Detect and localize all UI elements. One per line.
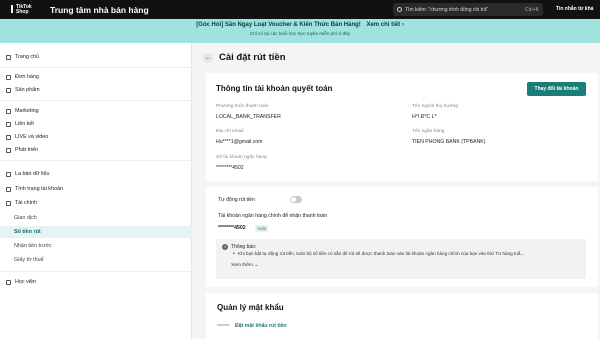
main-account-value: ********4502 xyxy=(218,225,246,231)
email-value: Hu****1@gmail.com xyxy=(216,139,263,145)
sidebar-item-label: Giấy tờ thuế xyxy=(14,257,44,263)
masked-password: ****** xyxy=(217,324,230,330)
sidebar-item-label: Phát triển xyxy=(15,147,39,153)
products-icon xyxy=(6,87,11,93)
sidebar-item-academy[interactable]: Học viện xyxy=(0,276,192,288)
sidebar-item-orders[interactable]: Đơn hàng xyxy=(0,71,192,83)
sidebar-item-label: Tình trạng tài khoản xyxy=(15,186,63,192)
sidebar-item-affiliate[interactable]: Liên kết xyxy=(0,118,192,130)
payment-method-label: Phương thức thanh toán xyxy=(216,104,269,109)
sidebar-item-label: Đơn hàng xyxy=(15,74,39,80)
search-icon xyxy=(397,7,402,12)
page-title: Cài đặt rút tiền xyxy=(219,52,286,63)
banner-cta-link[interactable]: Xem chi tiết › xyxy=(366,22,403,28)
sidebar-item-label: Marketing xyxy=(15,108,39,114)
logo-line2: Shop xyxy=(16,8,29,15)
email-label: Địa chỉ email xyxy=(216,129,244,134)
tiktok-logo-icon xyxy=(6,5,14,14)
main-account-label: Tài khoản ngân hàng chính để nhận thanh … xyxy=(218,213,328,219)
sidebar-item-label: Tài chính xyxy=(15,200,38,206)
promo-banner: [Góc Hỏi] Săn Ngay Loạt Voucher & Kiến T… xyxy=(0,19,600,43)
chevron-right-icon: › xyxy=(401,22,404,28)
banner-headline: [Góc Hỏi] Săn Ngay Loạt Voucher & Kiến T… xyxy=(196,22,361,28)
account-number-label: Số tài khoản ngân hàng xyxy=(216,155,267,160)
messages-link[interactable]: Tin nhắn từ khá xyxy=(556,6,593,12)
account-number-value: ********4502 xyxy=(216,165,244,171)
top-bar: TikTok Shop Trung tâm nhà bán hàng Tìm k… xyxy=(0,0,600,19)
sidebar-item-live-video[interactable]: LIVE và video xyxy=(0,131,192,143)
banner-cta-label: Xem chi tiết xyxy=(366,22,401,28)
sidebar: Trang chủ Đơn hàng Sản phẩm Marketing Li… xyxy=(0,43,192,339)
sidebar-item-label: Học viện xyxy=(15,279,36,285)
account-health-icon xyxy=(6,186,11,192)
sidebar-item-label: Sản phẩm xyxy=(15,87,40,93)
tiktok-shop-logo[interactable]: TikTok Shop xyxy=(6,4,42,15)
growth-icon xyxy=(6,147,11,153)
sidebar-item-tax-documents[interactable]: Giấy tờ thuế xyxy=(0,254,192,266)
marketing-icon xyxy=(6,108,11,114)
beneficiary-value: H*I Đ*C L* xyxy=(412,114,437,120)
divider xyxy=(0,67,192,68)
change-account-button[interactable]: Thay đổi tài khoản xyxy=(527,82,586,96)
sidebar-item-finance[interactable]: Tài chính xyxy=(0,197,192,209)
search-input[interactable]: Tìm kiếm: "chương trình đồng chi trả" Ct… xyxy=(393,3,543,16)
video-icon xyxy=(6,134,11,140)
valid-badge: Valid xyxy=(255,225,269,232)
bank-name-label: Tên ngân hàng xyxy=(412,129,445,134)
sidebar-item-transactions[interactable]: Giao dịch xyxy=(0,212,192,224)
see-more-link[interactable]: Xem thêm ⌄ xyxy=(231,263,258,268)
back-button[interactable]: ← xyxy=(203,52,213,63)
divider xyxy=(0,160,192,161)
sidebar-item-label: Nhận tiền trước xyxy=(14,243,52,249)
sidebar-item-early-payout[interactable]: Nhận tiền trước xyxy=(0,240,192,252)
sidebar-item-label: Trang chủ xyxy=(15,54,40,60)
notice-title: Thông báo: xyxy=(231,244,257,250)
app-title: Trung tâm nhà bán hàng xyxy=(50,4,149,15)
sidebar-item-withdrawals[interactable]: Số tiền rút xyxy=(0,226,192,238)
password-card: Quản lý mật khẩu ****** Đặt mật khẩu rút… xyxy=(206,293,598,339)
sidebar-item-products[interactable]: Sản phẩm xyxy=(0,84,192,96)
auto-withdraw-card: Tự động rút tiền Tài khoản ngân hàng chí… xyxy=(206,187,598,287)
sidebar-item-account-health[interactable]: Tình trạng tài khoản xyxy=(0,183,192,195)
page-header: ← Cài đặt rút tiền xyxy=(203,52,286,63)
beneficiary-label: Tên người thụ hưởng xyxy=(412,104,459,109)
sidebar-item-marketing[interactable]: Marketing xyxy=(0,105,192,117)
settlement-card-title: Thông tin tài khoản quyết toán xyxy=(216,84,333,93)
divider xyxy=(0,100,192,101)
notice-text: Khi bạn bật tự động rút tiền, toàn bộ số… xyxy=(238,251,525,256)
set-password-link[interactable]: Đặt mật khẩu rút tiền xyxy=(235,323,287,329)
arrow-left-icon: ← xyxy=(205,54,211,61)
finance-icon xyxy=(6,200,11,206)
password-card-title: Quản lý mật khẩu xyxy=(217,303,284,312)
bullet-icon: • xyxy=(233,251,235,257)
settlement-account-card: Thông tin tài khoản quyết toán Thay đổi … xyxy=(206,73,598,181)
bank-name-value: TIEN PHONG BANK (TPBANK) xyxy=(412,139,486,145)
orders-icon xyxy=(6,74,11,80)
info-icon: i xyxy=(222,244,228,250)
banner-headline-row: [Góc Hỏi] Săn Ngay Loạt Voucher & Kiến T… xyxy=(0,19,600,28)
sidebar-item-data-compass[interactable]: La bàn dữ liệu xyxy=(0,168,192,180)
home-icon xyxy=(6,54,11,60)
sidebar-item-label: La bàn dữ liệu xyxy=(15,171,50,177)
payment-method-value: LOCAL_BANK_TRANSFER xyxy=(216,114,281,120)
sidebar-item-home[interactable]: Trang chủ xyxy=(0,51,192,63)
sidebar-item-growth[interactable]: Phát triển xyxy=(0,144,192,156)
auto-withdraw-label: Tự động rút tiền xyxy=(218,197,255,203)
sidebar-item-label: Liên kết xyxy=(15,121,34,127)
academy-icon xyxy=(6,279,11,285)
compass-icon xyxy=(6,171,11,177)
auto-withdraw-toggle[interactable] xyxy=(290,196,302,203)
notice-box: i Thông báo: • Khi bạn bật tự động rút t… xyxy=(216,239,586,279)
sidebar-item-label: Giao dịch xyxy=(14,215,37,221)
link-icon xyxy=(6,121,11,127)
banner-subline: Chỉ có tại các buổi học trực tuyến miễn … xyxy=(249,31,351,36)
search-placeholder: Tìm kiếm: "chương trình đồng chi trả" xyxy=(405,6,489,13)
sidebar-item-label: LIVE và video xyxy=(15,134,49,140)
sidebar-item-label: Số tiền rút xyxy=(14,229,41,235)
search-shortcut: Ctrl+K xyxy=(524,6,539,13)
divider xyxy=(0,271,192,272)
